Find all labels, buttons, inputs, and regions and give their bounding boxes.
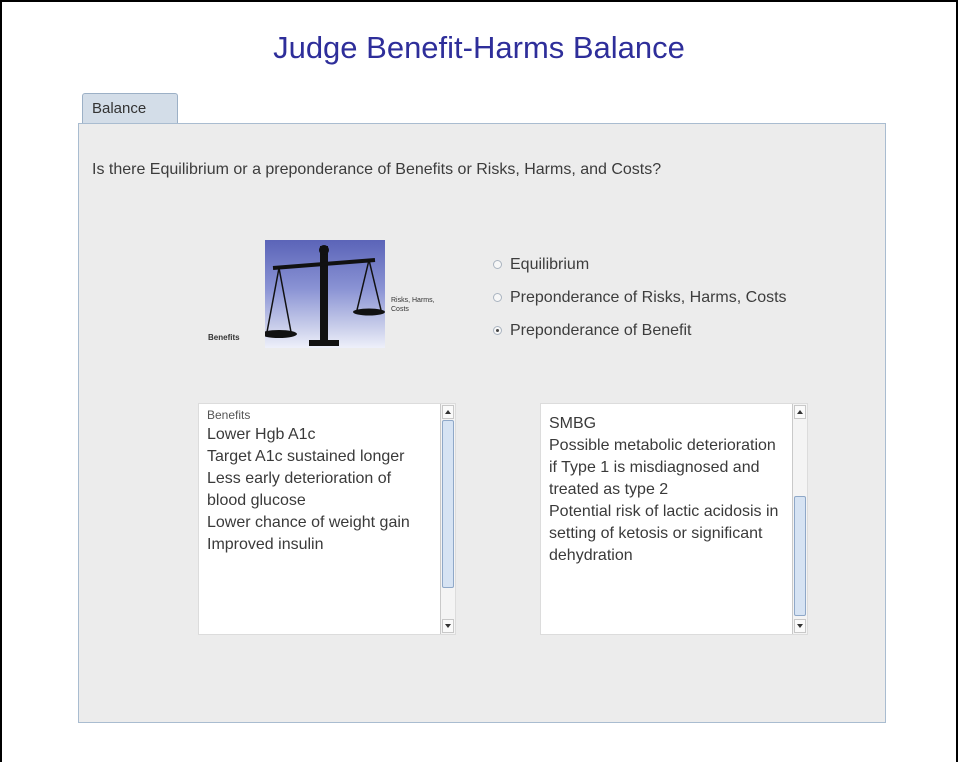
option-label: Preponderance of Risks, Harms, Costs — [510, 288, 787, 306]
balance-options: Equilibrium Preponderance of Risks, Harm… — [493, 248, 787, 347]
list-item: Potential risk of lactic acidosis in set… — [549, 503, 779, 564]
slide-title: Judge Benefit-Harms Balance — [273, 30, 685, 65]
radio-equilibrium[interactable] — [493, 260, 502, 269]
scale-image: Benefits Risks, Harms, Costs — [198, 240, 435, 350]
harms-list-content: SMBG Possible metabolic deterioration if… — [541, 404, 791, 634]
option-equilibrium[interactable]: Equilibrium — [493, 248, 787, 281]
list-item: SMBG — [549, 415, 597, 432]
option-label: Equilibrium — [510, 255, 590, 273]
scroll-down-arrow-icon[interactable] — [794, 619, 806, 633]
scale-picture — [261, 240, 385, 348]
benefits-scrollbar[interactable] — [440, 404, 455, 634]
list-item: Possible metabolic deterioration if Type… — [549, 437, 776, 498]
benefits-legend: Benefits — [207, 408, 251, 422]
scroll-up-arrow-icon[interactable] — [442, 405, 454, 419]
scroll-up-arrow-icon[interactable] — [794, 405, 806, 419]
scroll-down-arrow-icon[interactable] — [442, 619, 454, 633]
radio-risks[interactable] — [493, 293, 502, 302]
scroll-thumb[interactable] — [794, 496, 806, 616]
option-label: Preponderance of Benefit — [510, 321, 692, 339]
benefits-list[interactable]: Benefits Lower Hgb A1c Target A1c sustai… — [198, 403, 456, 635]
list-item: Lower chance of weight gain — [207, 514, 410, 531]
harms-scrollbar[interactable] — [792, 404, 807, 634]
radio-benefit[interactable] — [493, 326, 502, 335]
list-item: Improved insulin — [207, 536, 324, 553]
option-benefit[interactable]: Preponderance of Benefit — [493, 314, 787, 347]
question-text: Is there Equilibrium or a preponderance … — [92, 161, 662, 178]
scale-benefits-label: Benefits — [208, 333, 240, 342]
list-item: Target A1c sustained longer — [207, 448, 405, 465]
option-risks[interactable]: Preponderance of Risks, Harms, Costs — [493, 281, 787, 314]
balance-scale-icon — [261, 245, 385, 346]
scroll-thumb[interactable] — [442, 420, 454, 588]
list-item: Lower Hgb A1c — [207, 426, 316, 443]
harms-list[interactable]: SMBG Possible metabolic deterioration if… — [540, 403, 808, 635]
tab-balance[interactable]: Balance — [82, 93, 178, 123]
scale-risks-label: Risks, Harms, Costs — [391, 297, 435, 313]
list-item: Less early deterioration of blood glucos… — [207, 470, 392, 509]
benefits-list-content: Benefits Lower Hgb A1c Target A1c sustai… — [199, 404, 439, 634]
